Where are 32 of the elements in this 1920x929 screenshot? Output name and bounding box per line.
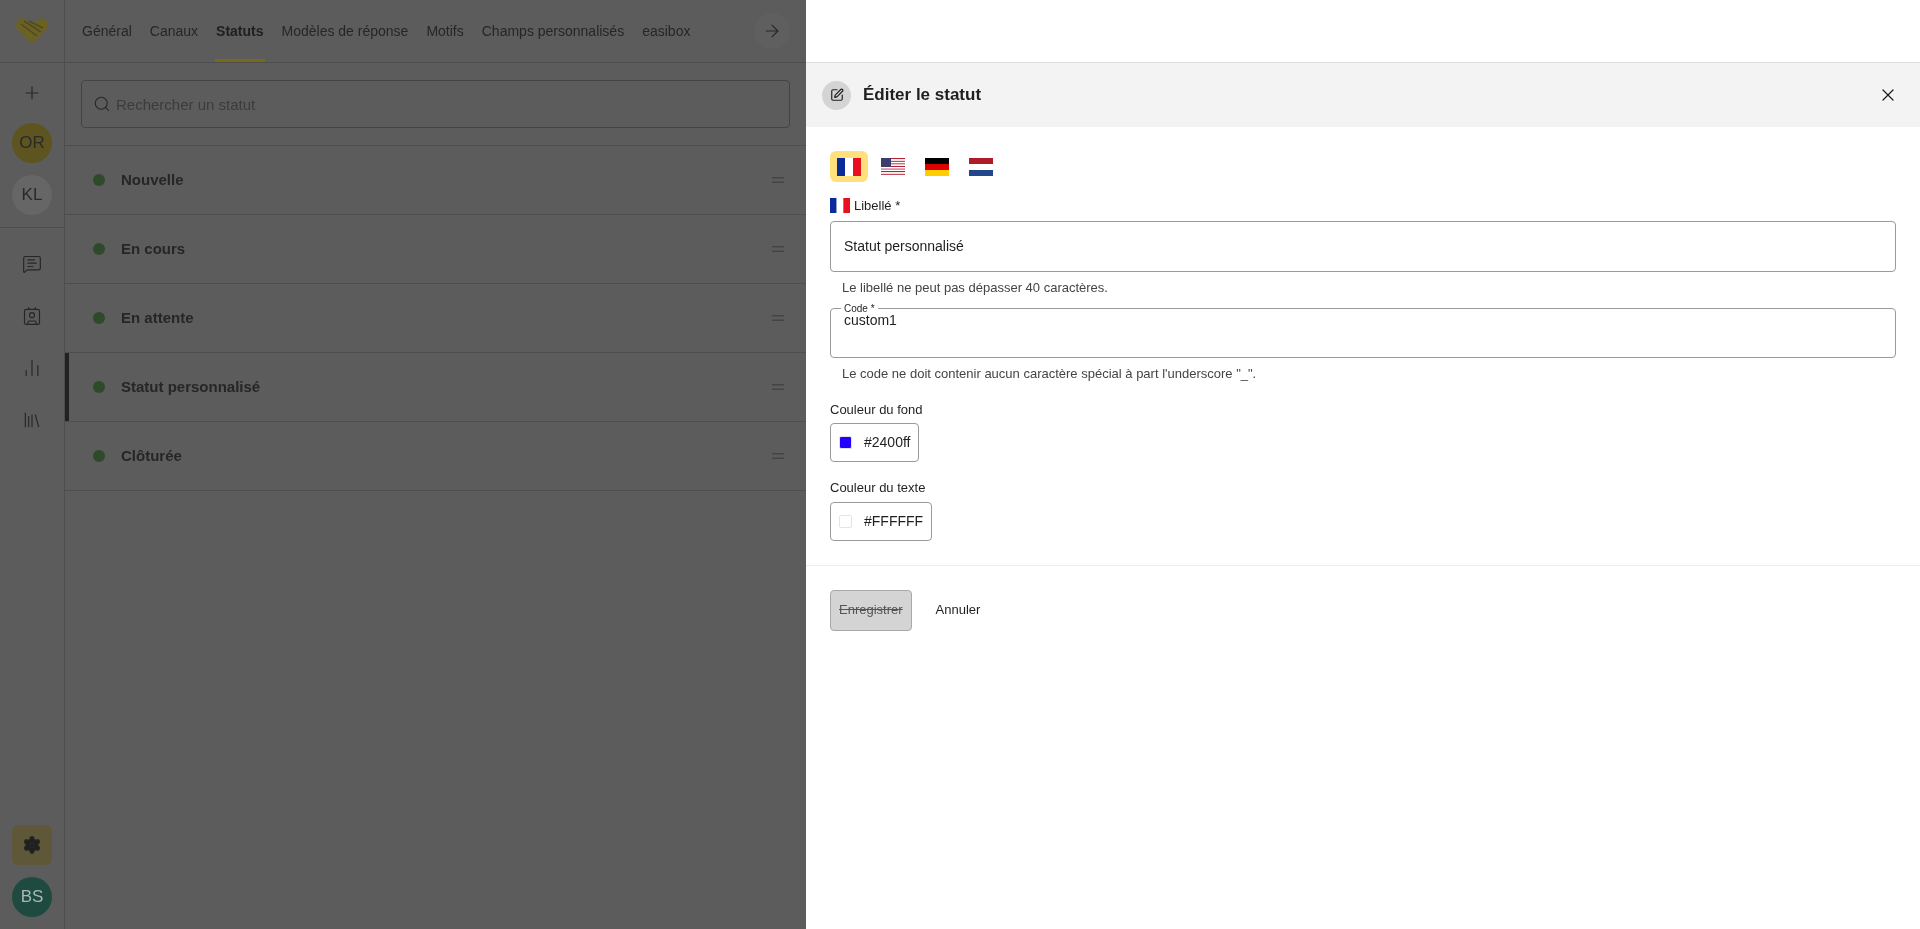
color-value: #FFFFFF — [864, 511, 924, 531]
user-avatar[interactable]: BS — [12, 877, 52, 917]
code-field-frame[interactable]: Code * custom1 — [830, 301, 1896, 358]
color-picker-field[interactable]: #2400ff — [830, 423, 920, 462]
heart-logo-icon — [15, 16, 49, 46]
flag-icon — [881, 157, 905, 176]
user-avatar[interactable]: KL — [12, 175, 52, 215]
field-label: Couleur du texte — [830, 479, 926, 497]
settings-icon — [22, 835, 42, 855]
help-text: Le code ne doit contenir aucun caractère spécial à part l'underscore "_". — [842, 365, 1258, 383]
flag-icon — [837, 157, 861, 176]
settings-button[interactable] — [12, 825, 52, 865]
help-text: Le libellé ne peut pas dépasser 40 caractères. — [842, 278, 1109, 297]
drag-handle-icon[interactable] — [772, 315, 784, 321]
drag-handle-icon[interactable] — [772, 384, 784, 390]
color-value: #2400ff — [864, 433, 911, 452]
search-icon — [93, 95, 111, 113]
flag-icon — [969, 157, 993, 176]
drag-handle-icon[interactable] — [772, 453, 784, 459]
field-label: Couleur du fond — [830, 400, 923, 419]
color-picker-field[interactable]: #FFFFFF — [830, 501, 933, 541]
cancel-button[interactable]: Annuler — [931, 589, 985, 631]
field-label: Libellé * — [854, 197, 901, 215]
flag-icon — [925, 157, 949, 176]
label-input-field[interactable]: Statut personnalisé — [830, 220, 1896, 272]
drag-handle-icon[interactable] — [772, 177, 784, 183]
language-flag-button[interactable] — [830, 151, 868, 182]
drag-handle-icon[interactable] — [772, 246, 784, 252]
flag-icon — [830, 198, 850, 214]
edit-icon — [822, 80, 851, 110]
drawer-title: Éditer le statut — [863, 84, 982, 107]
settings-tab[interactable]: Statuts — [215, 0, 265, 62]
